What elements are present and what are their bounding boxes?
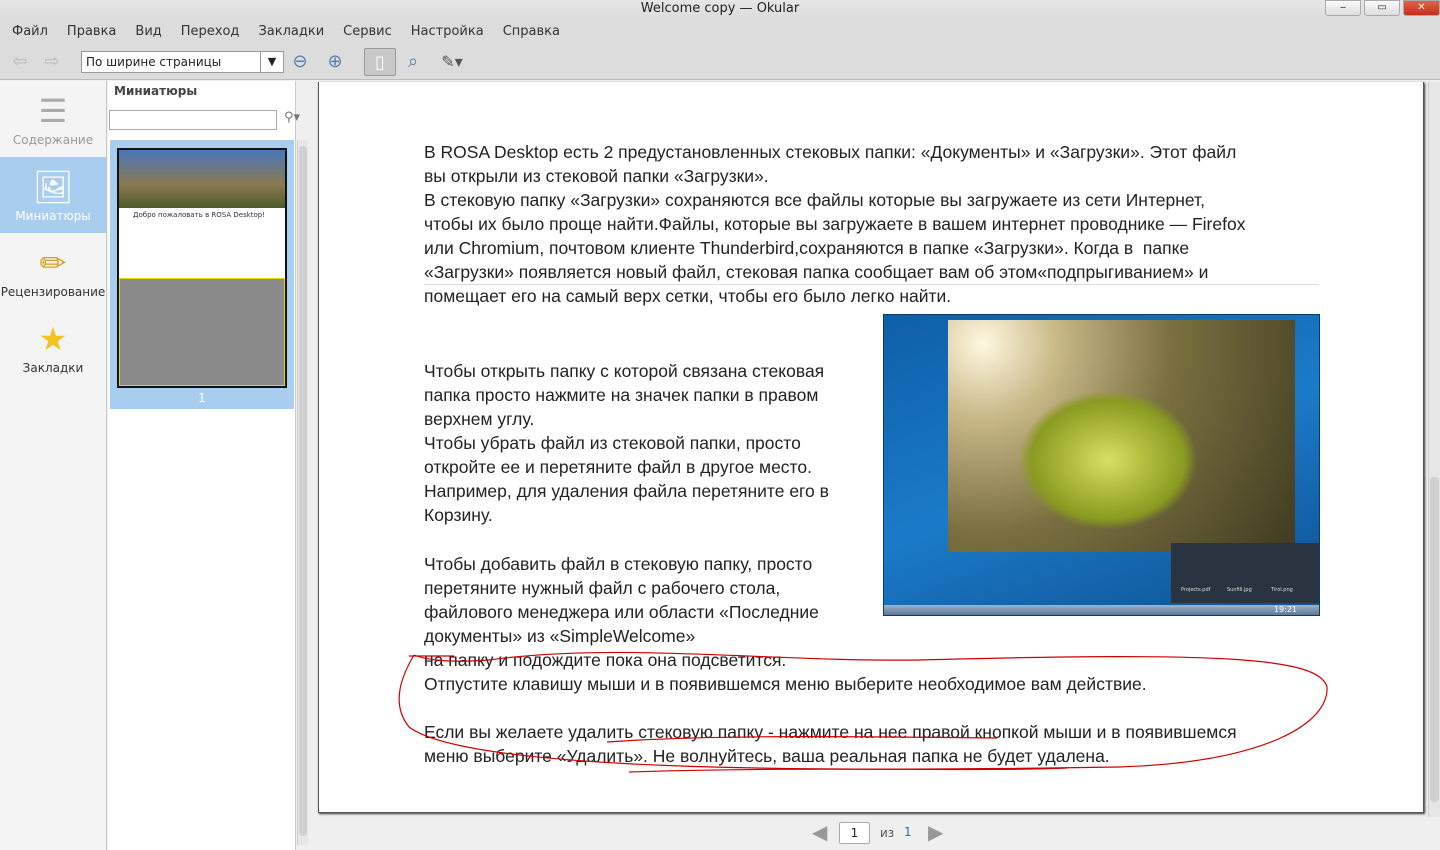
close-button[interactable]: ✕: [1403, 0, 1440, 16]
document-scrollbar[interactable]: [1428, 82, 1440, 817]
sidebar: ☰ Содержание 🖼 Миниатюры ✏ Рецензирование ★…: [0, 81, 107, 850]
filter-icon[interactable]: ⚲▾: [284, 110, 300, 125]
menu-bookmarks[interactable]: Закладки: [258, 20, 324, 44]
page-number-input[interactable]: 1: [839, 822, 870, 844]
menu-help[interactable]: Справка: [503, 20, 560, 44]
browse-tool-icon[interactable]: ▯: [364, 48, 396, 76]
zoom-dropdown-button[interactable]: ▼: [260, 51, 284, 73]
forward-arrow-icon[interactable]: ⇨: [40, 48, 64, 76]
toolbar: ⇦ ⇨ По ширине страницы⌫ ▼ ⊖ ⊕ ▯ ⌕ ✎▾: [0, 44, 1440, 80]
thumbnails-search-input[interactable]: [109, 110, 277, 130]
star-icon: ★: [38, 320, 68, 358]
menu-go[interactable]: Переход: [181, 20, 240, 44]
thumbnail-header-image: [119, 150, 285, 208]
sidebar-item-label: Миниатюры: [15, 209, 91, 223]
zoom-in-icon[interactable]: ⊕: [323, 48, 347, 76]
menu-tools[interactable]: Сервис: [343, 20, 392, 44]
total-pages: 1: [904, 825, 912, 839]
thumbnail-title: Добро пожаловать в ROSA Desktop!: [133, 211, 266, 219]
back-arrow-icon[interactable]: ⇦: [8, 48, 32, 76]
freehand-annotations: [398, 651, 1328, 773]
sidebar-item-label: Содержание: [12, 133, 94, 147]
sidebar-item-label: Закладки: [22, 361, 84, 375]
thumbnail-item[interactable]: Добро пожаловать в ROSA Desktop! 1: [110, 140, 294, 409]
minimize-button[interactable]: ‒: [1325, 0, 1361, 16]
contents-icon: ☰: [38, 92, 68, 130]
thumbnail-visible-area: [119, 278, 285, 386]
selection-tool-icon[interactable]: ✎▾: [436, 48, 468, 76]
zoom-combobox[interactable]: По ширине страницы⌫: [81, 51, 284, 73]
thumbnails-icon: 🖼: [32, 168, 74, 206]
page-navigation: ◀ 1 из 1 ▶: [800, 818, 1200, 848]
sidebar-item-label: Рецензирование: [0, 285, 106, 299]
next-page-icon[interactable]: ▶: [928, 820, 943, 844]
window-title: Welcome copy — Okular: [640, 1, 800, 16]
zoom-out-icon[interactable]: ⊖: [288, 48, 312, 76]
document-page: В ROSA Desktop есть 2 предустановленных …: [318, 82, 1424, 813]
thumbnails-header: Миниатюры: [114, 84, 198, 98]
menu-settings[interactable]: Настройка: [411, 20, 484, 44]
pencil-icon: ✏: [39, 244, 67, 282]
thumbnails-scrollbar[interactable]: [297, 140, 308, 845]
sidebar-item-bookmarks[interactable]: ★ Закладки: [0, 309, 106, 385]
annotation-underline-1: [606, 736, 998, 743]
sidebar-item-thumbnails[interactable]: 🖼 Миниатюры: [0, 157, 106, 233]
previous-page-icon[interactable]: ◀: [812, 820, 827, 844]
menu-edit[interactable]: Правка: [67, 20, 116, 44]
menu-view[interactable]: Вид: [135, 20, 161, 44]
zoom-tool-icon[interactable]: ⌕: [400, 48, 426, 76]
thumbnail-page: Добро пожаловать в ROSA Desktop!: [117, 148, 287, 388]
title-bar: Welcome copy — Okular: [0, 0, 1440, 20]
annotation-ellipse: [398, 651, 1328, 770]
sidebar-item-review[interactable]: ✏ Рецензирование: [0, 233, 106, 309]
of-label: из: [880, 826, 895, 840]
menu-bar: Файл Правка Вид Переход Закладки Сервис …: [0, 20, 1440, 44]
thumbnails-panel: Миниатюры ⚲▾ Добро пожаловать в ROSA Des…: [108, 81, 300, 850]
thumbnail-page-number: 1: [198, 391, 206, 405]
sidebar-item-contents[interactable]: ☰ Содержание: [0, 81, 106, 157]
zoom-value: По ширине страницы: [86, 55, 222, 69]
menu-file[interactable]: Файл: [12, 20, 48, 44]
maximize-button[interactable]: ▭: [1364, 0, 1400, 16]
